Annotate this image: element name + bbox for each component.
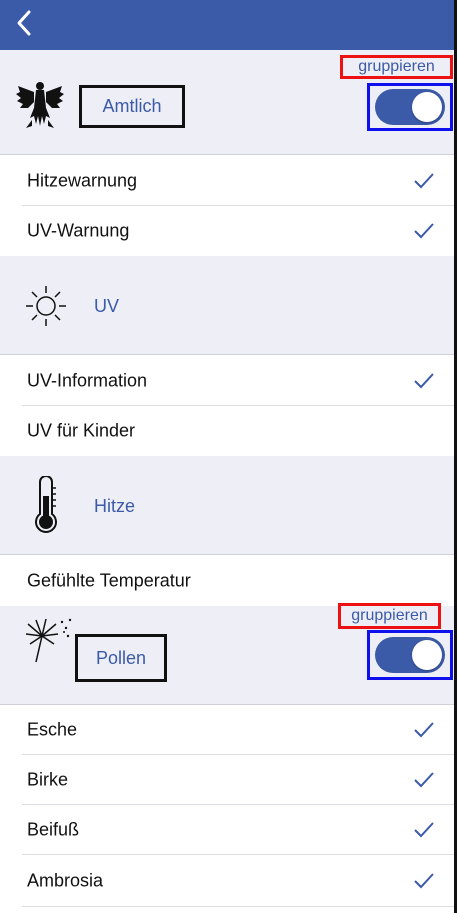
- dandelion-icon: [25, 618, 72, 663]
- list-item[interactable]: UV-Warnung: [0, 206, 457, 256]
- group-toggle-amtlich[interactable]: [367, 83, 453, 131]
- section-title-box: Amtlich: [79, 85, 185, 128]
- top-bar: [0, 0, 457, 50]
- list-item[interactable]: Esche: [0, 705, 457, 755]
- item-label: Hitzewarnung: [27, 170, 138, 190]
- checkmark-icon: [414, 822, 434, 838]
- group-button-pollen[interactable]: gruppieren: [338, 603, 441, 629]
- list-item[interactable]: UV-Information: [0, 355, 457, 406]
- back-button[interactable]: [14, 8, 54, 42]
- group-toggle-pollen[interactable]: [367, 630, 453, 680]
- item-label: UV-Warnung: [27, 220, 130, 241]
- thermometer-icon: [35, 476, 57, 533]
- group-button-amtlich[interactable]: gruppieren: [340, 55, 453, 79]
- item-label: UV-Information: [27, 370, 148, 390]
- list-item[interactable]: Hitzewarnung: [0, 155, 457, 206]
- item-label: Birke: [27, 769, 69, 790]
- chevron-left-icon: [17, 10, 31, 36]
- list-item[interactable]: Beifuß: [0, 805, 457, 855]
- list-item[interactable]: UV für Kinder: [0, 406, 457, 456]
- divider: [22, 906, 457, 907]
- section-amtlich: Amtlich gruppieren: [0, 50, 457, 154]
- checkmark-icon: [414, 873, 434, 889]
- list-item[interactable]: Birke: [0, 755, 457, 805]
- section-title: UV: [94, 296, 120, 316]
- section-uv: UV: [0, 256, 457, 354]
- checkmark-icon: [414, 722, 434, 738]
- group-label: gruppieren: [351, 607, 428, 624]
- section-title: Amtlich: [102, 96, 162, 116]
- section-title-box: Pollen: [75, 634, 167, 682]
- section-hitze: Hitze: [0, 456, 457, 554]
- section-title: Hitze: [94, 496, 136, 516]
- checkmark-icon: [414, 372, 434, 388]
- item-label: UV für Kinder: [27, 420, 136, 441]
- checkmark-icon: [414, 772, 434, 788]
- item-label: Ambrosia: [27, 870, 104, 891]
- section-pollen: Pollen gruppieren: [0, 603, 457, 704]
- checkmark-icon: [414, 172, 434, 188]
- list-item[interactable]: Ambrosia: [0, 855, 457, 907]
- toggle-knob: [412, 92, 442, 122]
- item-label: Gefühlte Temperatur: [27, 570, 191, 590]
- toggle-switch: [375, 637, 445, 673]
- toggle-switch: [375, 89, 445, 125]
- item-label: Esche: [27, 719, 78, 740]
- checkmark-icon: [414, 223, 434, 239]
- section-title: Pollen: [95, 647, 147, 668]
- federal-eagle-icon: [16, 82, 64, 128]
- group-label: gruppieren: [358, 58, 435, 75]
- sun-icon: [26, 286, 66, 326]
- toggle-knob: [412, 640, 442, 670]
- item-label: Beifuß: [27, 819, 80, 840]
- list-item[interactable]: Gefühlte Temperatur: [0, 555, 457, 606]
